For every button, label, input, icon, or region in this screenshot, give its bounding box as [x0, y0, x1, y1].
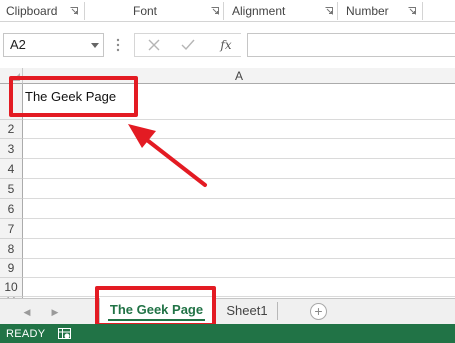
tab-sheet1[interactable]: Sheet1	[218, 299, 276, 324]
tab-the-geek-page-label: The Geek Page	[109, 302, 204, 317]
tab-the-geek-page[interactable]: The Geek Page	[99, 298, 214, 324]
annotation-arrow	[128, 124, 207, 187]
status-mode: READY	[6, 328, 46, 340]
chevron-right-icon[interactable]: ▶	[50, 306, 60, 318]
status-bar: READY	[0, 324, 455, 343]
plus-icon[interactable]: +	[310, 303, 327, 320]
sheet-tab-bar: ◀ ▶ The Geek Page Sheet1 +	[0, 298, 455, 324]
chevron-left-icon[interactable]: ◀	[22, 306, 32, 318]
macro-record-icon[interactable]	[58, 328, 71, 339]
